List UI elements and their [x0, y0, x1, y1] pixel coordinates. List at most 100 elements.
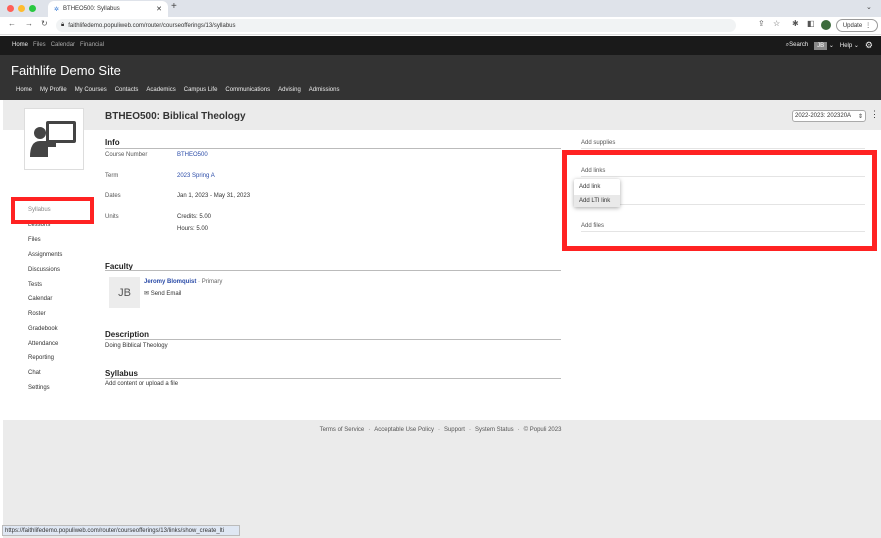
sidepanel-icon[interactable]: ◧ — [807, 19, 815, 28]
faculty-avatar[interactable]: JB — [109, 277, 140, 308]
extensions-icon[interactable]: ✱ — [792, 19, 799, 28]
supplies-divider — [581, 148, 865, 149]
settings-gear-icon[interactable]: ⚙ — [865, 40, 873, 51]
nav-academics[interactable]: Academics — [146, 87, 175, 93]
footer-copyright: © Populi 2023 — [523, 427, 562, 433]
user-menu[interactable]: JB ⌄ — [814, 42, 834, 50]
add-links-dropdown: Add link Add LTI link — [574, 179, 620, 207]
dropdown-add-link[interactable]: Add link — [574, 181, 620, 193]
credits-value: Credits: 5.00 — [177, 214, 212, 220]
send-email-label: Send Email — [150, 291, 182, 297]
term-select[interactable]: 2022-2023: 202320A ⇕ — [792, 110, 866, 122]
nav-advising[interactable]: Advising — [278, 87, 301, 93]
sidebar-item-tests[interactable]: Tests — [28, 282, 42, 288]
back-icon[interactable]: ← — [8, 19, 16, 28]
footer-separator: · — [517, 427, 520, 433]
course-number-label: Course Number — [105, 152, 148, 158]
sidebar-item-discussions[interactable]: Discussions — [28, 267, 60, 273]
reload-icon[interactable]: ↻ — [41, 19, 48, 28]
sidebar-item-gradebook[interactable]: Gradebook — [28, 326, 58, 332]
lock-icon: 🔒︎ — [61, 22, 65, 28]
bookmark-star-icon[interactable]: ☆ — [773, 19, 780, 28]
topnav-files[interactable]: Files — [33, 42, 46, 48]
site-header: Faithlife Demo Site Home My Profile My C… — [0, 55, 881, 100]
sidebar-item-settings[interactable]: Settings — [28, 385, 50, 391]
term-link[interactable]: 2023 Spring A — [177, 173, 215, 179]
syllabus-divider — [105, 378, 561, 379]
sidebar-item-chat[interactable]: Chat — [28, 370, 41, 376]
add-supplies-button[interactable]: Add supplies — [581, 140, 615, 146]
forward-icon[interactable]: → — [25, 19, 33, 28]
description-divider — [105, 339, 561, 340]
close-window-icon[interactable] — [7, 5, 14, 12]
url-text: faithlifedemo.populiweb.com/router/cours… — [68, 22, 236, 29]
faculty-divider — [105, 270, 561, 271]
teacher-board-icon — [30, 121, 76, 157]
tab-close-icon[interactable]: ✕ — [156, 5, 162, 13]
browser-tab[interactable]: ✲ BTHEO500: Syllabus ✕ — [48, 1, 168, 17]
update-button[interactable]: Update ⋮ — [836, 19, 878, 32]
select-arrows-icon: ⇕ — [857, 113, 863, 120]
nav-communications[interactable]: Communications — [225, 87, 270, 93]
footer: Terms of Service · Acceptable Use Policy… — [0, 427, 881, 433]
minimize-window-icon[interactable] — [18, 5, 25, 12]
sidebar-item-calendar[interactable]: Calendar — [28, 296, 52, 302]
faculty-name-link[interactable]: Jeromy Blomquist — [144, 279, 196, 285]
term-select-value: 2022-2023: 202320A — [795, 113, 852, 119]
footer-separator: · — [468, 427, 471, 433]
url-field[interactable]: 🔒︎ faithlifedemo.populiweb.com/router/co… — [56, 19, 736, 32]
status-bar-url: https://faithlifedemo.populiweb.com/rout… — [2, 525, 240, 536]
nav-campus-life[interactable]: Campus Life — [184, 87, 218, 93]
nav-my-profile[interactable]: My Profile — [40, 87, 67, 93]
envelope-icon: ✉ — [144, 291, 150, 297]
nav-admissions[interactable]: Admissions — [309, 87, 340, 93]
help-menu[interactable]: Help ⌄ — [840, 42, 859, 49]
hours-value: Hours: 5.00 — [177, 226, 209, 232]
sidebar-item-files[interactable]: Files — [28, 237, 41, 243]
dates-label: Dates — [105, 193, 121, 199]
info-heading: Info — [105, 138, 120, 147]
top-nav: Home Files Calendar Financial ⌕Search JB… — [0, 36, 881, 55]
nav-my-courses[interactable]: My Courses — [75, 87, 107, 93]
course-more-icon[interactable]: ⋮ — [870, 109, 879, 120]
footer-system-status-link[interactable]: System Status — [475, 427, 514, 433]
topnav-financial[interactable]: Financial — [80, 42, 104, 48]
user-initials: JB — [814, 42, 828, 50]
dates-value: Jan 1, 2023 - May 31, 2023 — [177, 193, 251, 199]
tab-list-chevron-icon[interactable]: ⌄ — [866, 3, 872, 11]
topnav-calendar[interactable]: Calendar — [51, 42, 75, 48]
help-label: Help — [839, 43, 853, 49]
course-number-link[interactable]: BTHEO500 — [177, 152, 208, 158]
sidebar-item-assignments[interactable]: Assignments — [28, 252, 62, 258]
send-email-link[interactable]: ✉ Send Email — [144, 290, 181, 297]
tab-favicon-icon: ✲ — [54, 6, 60, 13]
search-button[interactable]: ⌕Search — [786, 42, 808, 49]
sidebar-item-attendance[interactable]: Attendance — [28, 341, 58, 347]
nav-contacts[interactable]: Contacts — [115, 87, 139, 93]
site-title[interactable]: Faithlife Demo Site — [11, 63, 121, 78]
footer-separator: · — [368, 427, 371, 433]
footer-acceptable-use-link[interactable]: Acceptable Use Policy — [374, 427, 434, 433]
sidebar-item-roster[interactable]: Roster — [28, 311, 46, 317]
topnav-home[interactable]: Home — [12, 42, 28, 48]
more-vertical-icon: ⋮ — [865, 23, 872, 29]
faculty-name-row: Jeromy Blomquist · Primary — [144, 279, 222, 285]
info-divider — [105, 148, 561, 149]
syllabus-placeholder: Add content or upload a file — [105, 381, 179, 387]
zoom-window-icon[interactable] — [29, 5, 36, 12]
syllabus-highlight-box — [11, 197, 94, 224]
units-label: Units — [105, 214, 119, 220]
course-image — [24, 108, 84, 170]
profile-avatar[interactable] — [821, 20, 831, 30]
share-icon[interactable]: ⇪ — [758, 19, 765, 28]
footer-background — [3, 420, 881, 538]
nav-home[interactable]: Home — [16, 87, 32, 93]
footer-support-link[interactable]: Support — [444, 427, 465, 433]
dropdown-add-lti-link[interactable]: Add LTI link — [574, 195, 620, 207]
term-label: Term — [105, 173, 119, 179]
footer-terms-link[interactable]: Terms of Service — [320, 427, 365, 433]
sidebar-item-reporting[interactable]: Reporting — [28, 355, 54, 361]
new-tab-icon[interactable]: + — [171, 1, 177, 12]
syllabus-heading: Syllabus — [105, 369, 138, 378]
search-label: Search — [789, 42, 809, 48]
